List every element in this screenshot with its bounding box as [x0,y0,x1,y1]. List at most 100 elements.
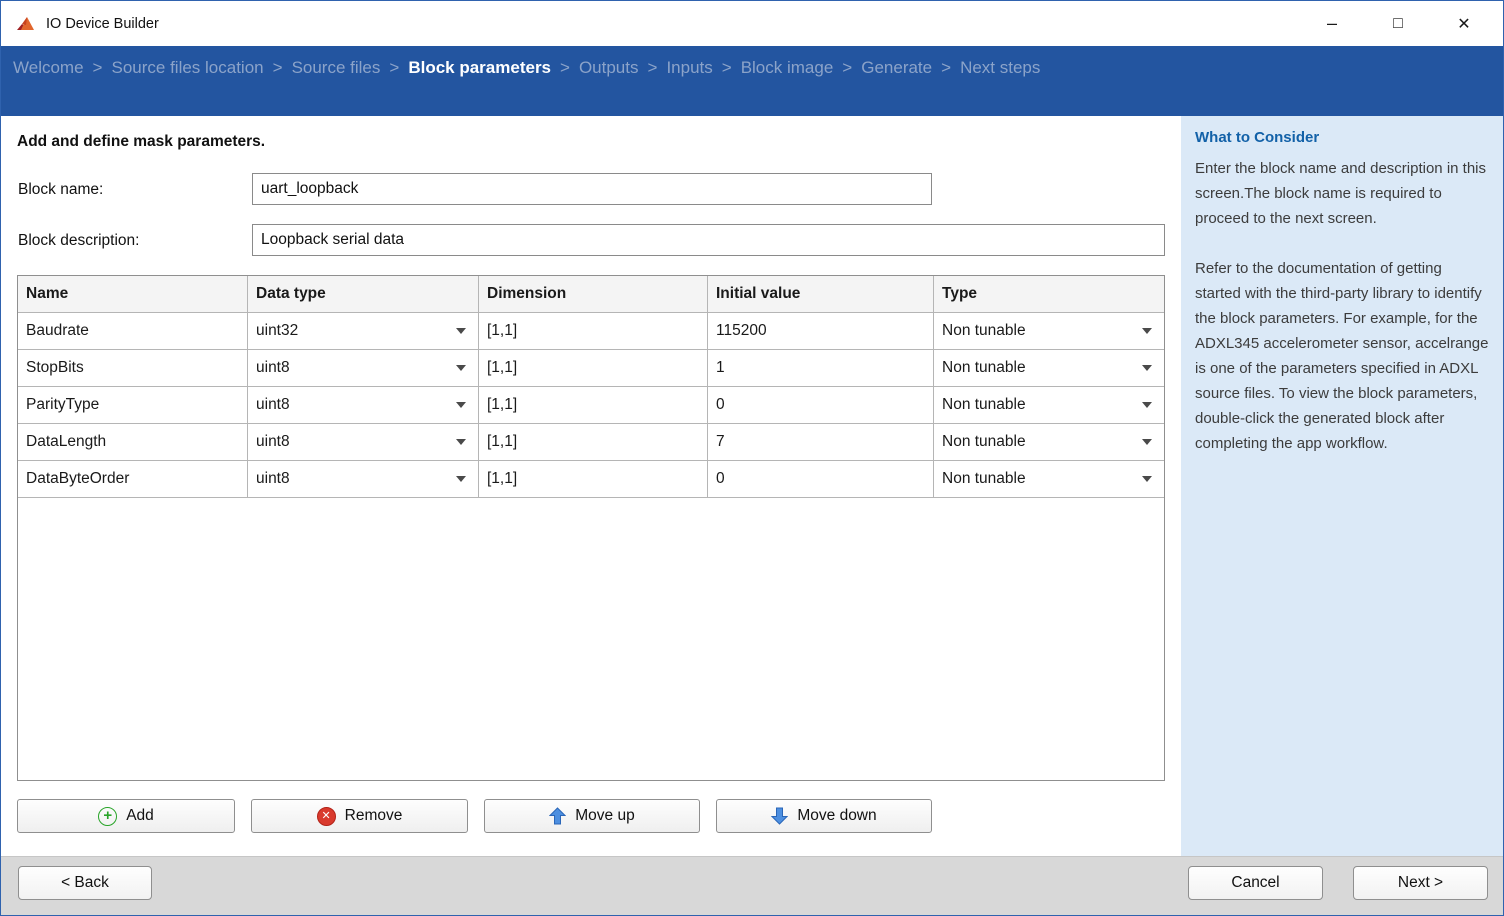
breadcrumb-step-inputs[interactable]: Inputs [666,58,712,78]
breadcrumb-separator: > [93,58,103,78]
breadcrumb-step-source-files[interactable]: Source files [292,58,381,78]
move-down-button-label: Move down [797,807,876,825]
breadcrumb-separator: > [560,58,570,78]
workflow-breadcrumb: Welcome > Source files location > Source… [1,46,1503,116]
minimize-icon[interactable]: – [1299,1,1365,46]
table-row: ParityType uint8 [1,1] 0 Non tunable [18,387,1164,424]
chevron-down-icon [456,365,466,371]
param-name-cell[interactable]: DataByteOrder [18,461,248,498]
data-type-value: uint8 [256,350,290,386]
type-dropdown[interactable]: Non tunable [934,387,1164,424]
move-up-button[interactable]: Move up [484,799,700,833]
column-header-dimension: Dimension [479,276,708,313]
breadcrumb-step-source-files-location[interactable]: Source files location [111,58,263,78]
initial-value-cell[interactable]: 0 [708,461,934,498]
param-name-cell[interactable]: DataLength [18,424,248,461]
data-type-dropdown[interactable]: uint8 [248,461,479,498]
param-name-cell[interactable]: StopBits [18,350,248,387]
parameters-table: Name Data type Dimension Initial value T… [17,275,1165,781]
data-type-value: uint8 [256,387,290,423]
data-type-value: uint8 [256,461,290,497]
add-button-label: Add [126,807,154,825]
data-type-dropdown[interactable]: uint32 [248,313,479,350]
chevron-down-icon [456,328,466,334]
matlab-app-icon [16,14,36,34]
dimension-cell[interactable]: [1,1] [479,387,708,424]
breadcrumb-step-generate[interactable]: Generate [861,58,932,78]
close-icon[interactable]: ✕ [1431,1,1497,46]
data-type-dropdown[interactable]: uint8 [248,350,479,387]
initial-value-cell[interactable]: 0 [708,387,934,424]
breadcrumb-step-welcome[interactable]: Welcome [13,58,84,78]
param-name-cell[interactable]: Baudrate [18,313,248,350]
maximize-icon[interactable]: □ [1365,1,1431,46]
chevron-down-icon [456,402,466,408]
column-header-name: Name [18,276,248,313]
type-dropdown[interactable]: Non tunable [934,313,1164,350]
type-dropdown[interactable]: Non tunable [934,424,1164,461]
chevron-down-icon [1142,439,1152,445]
block-name-input[interactable] [252,173,932,205]
table-row: DataLength uint8 [1,1] 7 Non tunable [18,424,1164,461]
data-type-dropdown[interactable]: uint8 [248,387,479,424]
type-dropdown[interactable]: Non tunable [934,350,1164,387]
add-circle-icon: + [98,807,117,826]
next-button[interactable]: Next > [1353,866,1488,900]
sidebar-title: What to Consider [1195,128,1489,148]
up-arrow-icon [549,807,566,825]
remove-button[interactable]: ✕ Remove [251,799,468,833]
breadcrumb-separator: > [842,58,852,78]
table-row: StopBits uint8 [1,1] 1 Non tunable [18,350,1164,387]
initial-value-cell[interactable]: 1 [708,350,934,387]
chevron-down-icon [1142,328,1152,334]
column-header-type: Type [934,276,1164,313]
sidebar-paragraph: Refer to the documentation of getting st… [1195,256,1489,456]
breadcrumb-step-next-steps[interactable]: Next steps [960,58,1040,78]
title-bar: IO Device Builder – □ ✕ [1,1,1503,46]
chevron-down-icon [1142,365,1152,371]
sidebar-paragraph: Enter the block name and description in … [1195,156,1489,231]
dimension-cell[interactable]: [1,1] [479,461,708,498]
chevron-down-icon [1142,402,1152,408]
table-row: DataByteOrder uint8 [1,1] 0 Non tunable [18,461,1164,498]
table-header-row: Name Data type Dimension Initial value T… [18,276,1164,313]
type-value: Non tunable [942,461,1026,497]
window-controls: – □ ✕ [1299,1,1497,46]
type-value: Non tunable [942,387,1026,423]
type-value: Non tunable [942,424,1026,460]
initial-value-cell[interactable]: 7 [708,424,934,461]
remove-button-label: Remove [345,807,403,825]
data-type-value: uint32 [256,313,298,349]
dimension-cell[interactable]: [1,1] [479,313,708,350]
dimension-cell[interactable]: [1,1] [479,350,708,387]
chevron-down-icon [456,476,466,482]
chevron-down-icon [456,439,466,445]
block-description-input[interactable] [252,224,1165,256]
breadcrumb-separator: > [389,58,399,78]
breadcrumb-step-block-image[interactable]: Block image [741,58,834,78]
help-sidebar: What to Consider Enter the block name an… [1181,116,1504,856]
breadcrumb-step-block-parameters[interactable]: Block parameters [408,58,551,78]
page-title: Add and define mask parameters. [17,133,265,151]
dimension-cell[interactable]: [1,1] [479,424,708,461]
column-header-data-type: Data type [248,276,479,313]
breadcrumb-step-outputs[interactable]: Outputs [579,58,639,78]
type-value: Non tunable [942,313,1026,349]
window-title: IO Device Builder [46,16,159,32]
breadcrumb-separator: > [273,58,283,78]
back-button[interactable]: < Back [18,866,152,900]
block-description-label: Block description: [18,232,139,250]
column-header-initial-value: Initial value [708,276,934,313]
type-dropdown[interactable]: Non tunable [934,461,1164,498]
param-name-cell[interactable]: ParityType [18,387,248,424]
data-type-value: uint8 [256,424,290,460]
add-button[interactable]: + Add [17,799,235,833]
breadcrumb-separator: > [941,58,951,78]
cancel-button[interactable]: Cancel [1188,866,1323,900]
type-value: Non tunable [942,350,1026,386]
data-type-dropdown[interactable]: uint8 [248,424,479,461]
initial-value-cell[interactable]: 115200 [708,313,934,350]
table-row: Baudrate uint32 [1,1] 115200 Non tunable [18,313,1164,350]
move-down-button[interactable]: Move down [716,799,932,833]
footer-bar: < Back Cancel Next > [1,856,1503,916]
